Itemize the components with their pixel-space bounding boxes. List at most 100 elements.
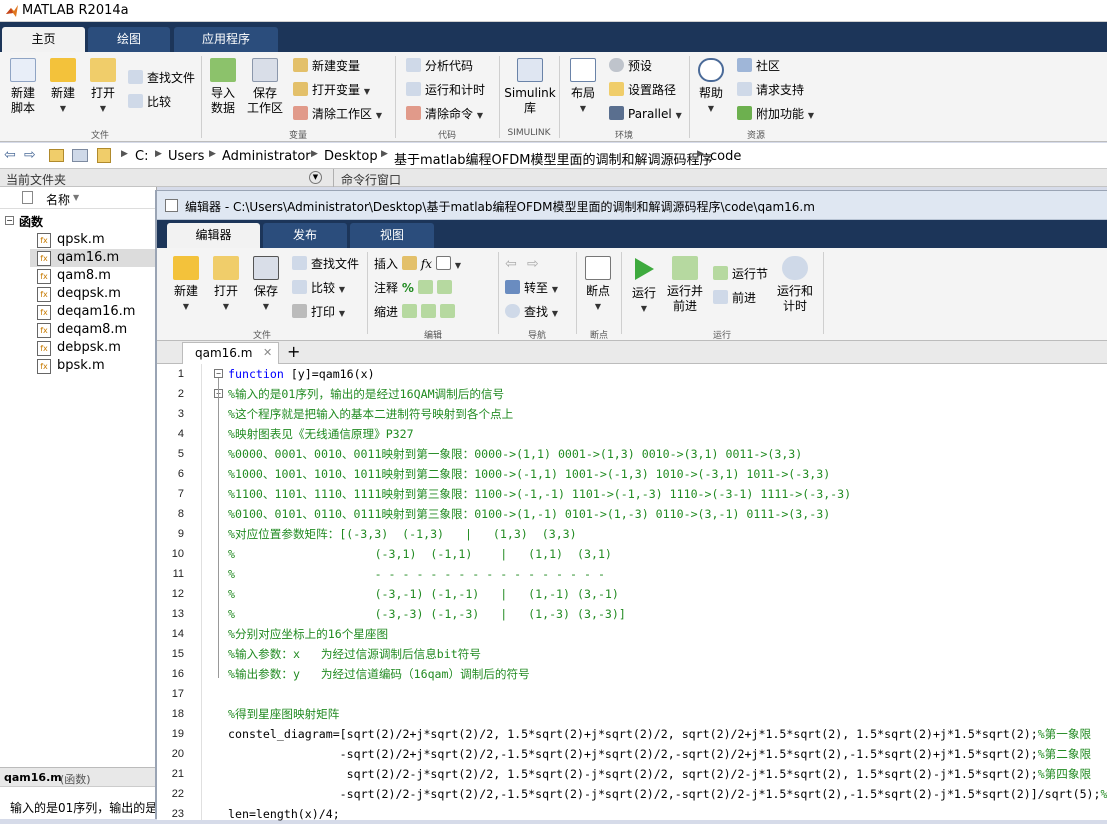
import-data-button[interactable]: 导入 数据 <box>206 58 240 116</box>
advance-button[interactable]: 前进 <box>713 288 756 308</box>
breakpoints-button[interactable]: 断点 ▼ <box>583 256 613 314</box>
wrap-comments-icon[interactable] <box>436 280 452 294</box>
file-item[interactable]: fx deqam16.m <box>37 303 157 321</box>
browse-folder-icon[interactable] <box>72 149 88 162</box>
help-button[interactable]: 帮助 ▼ <box>694 58 728 116</box>
simulink-icon <box>517 58 543 82</box>
layout-button[interactable]: 布局 ▼ <box>566 58 600 116</box>
close-tab-icon[interactable]: ✕ <box>263 346 272 359</box>
add-tab-icon[interactable]: + <box>287 342 300 361</box>
run-section-button[interactable]: 运行节 <box>713 264 768 284</box>
name-column-label: 名称 <box>46 193 71 207</box>
run-and-advance-button[interactable]: 运行并 前进 <box>665 256 705 314</box>
insert-block-icon[interactable] <box>435 256 451 270</box>
editor-ribbon: 新建 ▼ 打开 ▼ 保存 ▼ 查找文件 比较 ▼ 打印 ▼ 文件 插入 fx ▼ 注释… <box>157 248 1107 341</box>
fold-toggle-icon[interactable]: − <box>214 369 223 378</box>
run-advance-icon <box>672 256 698 280</box>
file-item[interactable]: fx deqpsk.m <box>37 285 157 303</box>
clear-workspace-button[interactable]: 清除工作区 ▼ <box>293 104 382 124</box>
m-file-icon: fx <box>37 287 51 302</box>
decrease-indent-icon[interactable] <box>439 304 455 318</box>
up-folder-icon[interactable] <box>49 149 64 162</box>
analyze-code-button[interactable]: 分析代码 <box>406 56 473 76</box>
path-segment[interactable]: Users <box>168 149 204 164</box>
file-item[interactable]: fx bpsk.m <box>37 357 157 375</box>
open-button[interactable]: 打开 ▼ <box>86 58 120 116</box>
open-variable-button[interactable]: 打开变量 ▼ <box>293 80 370 100</box>
line-number: 8 <box>177 508 184 520</box>
insert-button[interactable]: 插入 fx ▼ <box>374 254 461 274</box>
editor-print-button[interactable]: 打印 ▼ <box>292 302 345 322</box>
increase-indent-icon[interactable] <box>420 304 436 318</box>
back-icon[interactable]: ⇦ <box>4 147 16 163</box>
new-button[interactable]: 新建 ▼ <box>46 58 80 116</box>
nav-back-icon[interactable]: ⇦ <box>505 256 517 272</box>
m-file-icon: fx <box>37 341 51 356</box>
file-item[interactable]: fx qam8.m <box>37 267 157 285</box>
comment-percent-icon[interactable]: % <box>402 281 414 295</box>
set-path-button[interactable]: 设置路径 <box>609 80 676 100</box>
line-number: 20 <box>171 748 184 760</box>
run-button[interactable]: 运行 ▼ <box>627 256 661 316</box>
file-item[interactable]: fx qpsk.m <box>37 231 157 249</box>
code-line: %1100、1101、1110、1111映射到第三象限：1100->(-1,-1… <box>228 487 852 501</box>
run-and-time-button[interactable]: 运行和计时 <box>406 80 485 100</box>
path-segment[interactable]: code <box>710 149 741 164</box>
file-item-selected[interactable]: fx qam16.m <box>30 249 157 267</box>
tab-home[interactable]: 主页 <box>2 27 85 52</box>
file-tab-qam16[interactable]: qam16.m ✕ <box>182 342 279 364</box>
path-segment[interactable]: Administrator <box>222 149 311 164</box>
line-number: 22 <box>171 788 184 800</box>
path-segment[interactable]: C: <box>135 149 148 164</box>
path-separator-icon: ▶ <box>155 149 162 159</box>
tab-apps[interactable]: 应用程序 <box>174 27 278 52</box>
tab-view[interactable]: 视图 <box>350 223 434 248</box>
uncomment-icon[interactable] <box>417 280 433 294</box>
path-segment[interactable]: Desktop <box>324 149 378 164</box>
editor-compare-button[interactable]: 比较 ▼ <box>292 278 345 298</box>
line-number: 5 <box>177 448 184 460</box>
tab-publish[interactable]: 发布 <box>263 223 347 248</box>
file-item[interactable]: fx deqam8.m <box>37 321 157 339</box>
file-item[interactable]: fx debpsk.m <box>37 339 157 357</box>
new-variable-button[interactable]: 新建变量 <box>293 56 360 76</box>
editor-new-button[interactable]: 新建 ▼ <box>171 256 201 314</box>
parallel-icon <box>609 106 624 120</box>
simulink-library-button[interactable]: Simulink 库 <box>504 58 556 116</box>
line-number: 3 <box>177 408 184 420</box>
comment-button[interactable]: 注释 % <box>374 278 456 298</box>
pane-menu-icon[interactable]: ▼ <box>309 171 322 184</box>
gear-icon <box>609 58 624 72</box>
editor-find-files-button[interactable]: 查找文件 <box>292 254 359 274</box>
nav-forward-icon[interactable]: ⇨ <box>527 256 539 272</box>
save-workspace-button[interactable]: 保存 工作区 <box>246 58 284 116</box>
preferences-button[interactable]: 预设 <box>609 56 652 76</box>
code-line: % (-3,-3) (-1,-3) | (1,-3) (3,-3)] <box>228 607 626 621</box>
path-segment[interactable]: 基于matlab编程OFDM模型里面的调制和解调源码程序 <box>394 149 713 168</box>
request-support-button[interactable]: 请求支持 <box>737 80 804 100</box>
compare-button[interactable]: 比较 <box>128 92 171 112</box>
community-button[interactable]: 社区 <box>737 56 780 76</box>
run-and-time-button[interactable]: 运行和 计时 <box>775 256 815 314</box>
code-editor[interactable]: 1 2 3 4 5 6 7 8 9 10 11 12 13 14 15 16 17 18 19 20 21 22 23 fu… <box>157 364 1107 821</box>
line-number: 13 <box>171 608 184 620</box>
find-button[interactable]: 查找 ▼ <box>505 302 558 322</box>
addons-button[interactable]: 附加功能 ▼ <box>737 104 814 124</box>
smart-indent-icon[interactable] <box>401 304 417 318</box>
tab-editor[interactable]: 编辑器 <box>167 223 260 248</box>
clear-commands-button[interactable]: 清除命令 ▼ <box>406 104 483 124</box>
forward-icon[interactable]: ⇨ <box>24 147 36 163</box>
column-header[interactable]: 名称 ▼ <box>0 187 157 209</box>
goto-button[interactable]: 转至 ▼ <box>505 278 558 298</box>
group-functions-label: 函数 <box>19 215 44 229</box>
m-file-icon: fx <box>37 359 51 374</box>
collapse-group-icon[interactable]: − <box>5 216 14 225</box>
indent-button[interactable]: 缩进 <box>374 302 459 322</box>
parallel-button[interactable]: Parallel ▼ <box>609 104 682 124</box>
find-files-button[interactable]: 查找文件 <box>128 68 195 88</box>
fx-icon[interactable]: fx <box>421 257 432 271</box>
new-script-button[interactable]: 新建 脚本 <box>6 58 40 116</box>
tab-plots[interactable]: 绘图 <box>88 27 170 52</box>
editor-save-button[interactable]: 保存 ▼ <box>251 256 281 314</box>
editor-open-button[interactable]: 打开 ▼ <box>211 256 241 314</box>
